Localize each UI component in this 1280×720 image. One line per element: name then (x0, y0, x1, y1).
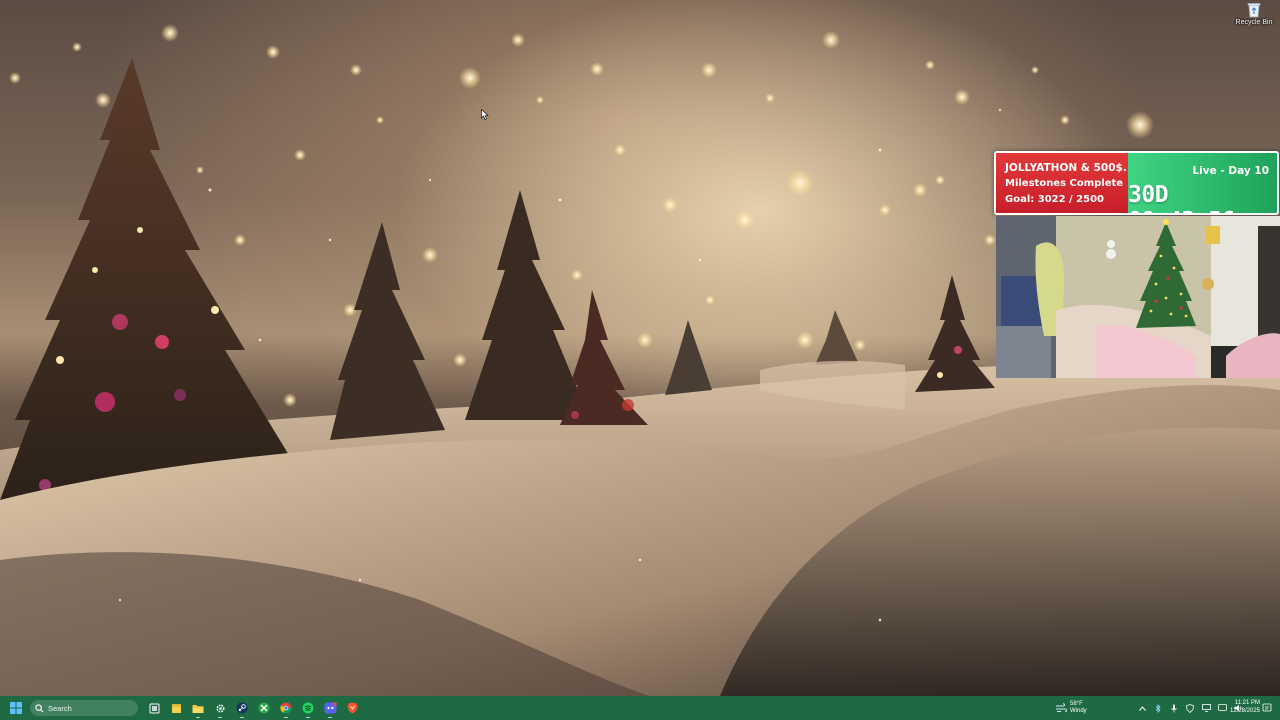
bluetooth-icon (1155, 703, 1161, 713)
start-button[interactable] (3, 696, 29, 720)
chrome-icon (280, 702, 292, 714)
microphone-icon (1171, 704, 1177, 712)
file-explorer-icon (192, 704, 204, 713)
xbox-icon (258, 702, 270, 714)
running-indicator (284, 716, 288, 718)
mouse-cursor-icon (481, 109, 489, 120)
weather-condition: Windy (1070, 708, 1087, 714)
network-icon (1201, 704, 1211, 712)
running-indicator (218, 716, 222, 718)
taskbar: 58°F Windy (0, 696, 1280, 720)
file-explorer-button[interactable] (187, 697, 209, 719)
recycle-bin-shortcut[interactable]: Recycle Bin (1234, 2, 1274, 32)
spotify-button[interactable] (297, 697, 319, 719)
taskbar-clock[interactable]: 11:21 PM 12/28/2025 (1226, 699, 1260, 715)
subathon-timer: 30D 08:43:56 (1128, 182, 1235, 213)
windy-weather-icon (1056, 703, 1067, 713)
network-tray-button[interactable] (1198, 696, 1214, 720)
shield-icon (1186, 703, 1194, 713)
timer-panel: Live - Day 10 30D 08:43:56 (1128, 153, 1277, 213)
settings-icon (215, 703, 225, 713)
task-view-icon (149, 703, 159, 713)
security-tray-button[interactable] (1182, 696, 1198, 720)
sticky-notes-icon (171, 703, 181, 713)
overlay-title: JOLLYATHON & 500$... (1005, 162, 1135, 174)
discord-button[interactable] (319, 697, 341, 719)
brave-button[interactable] (341, 697, 363, 719)
xbox-button[interactable] (253, 697, 275, 719)
task-view-button[interactable] (143, 697, 165, 719)
overlay-goal: Goal: 3022 / 2500 (1005, 194, 1105, 205)
webcam-feed (996, 216, 1280, 378)
notification-center-icon[interactable] (1262, 703, 1272, 713)
running-indicator (306, 716, 310, 718)
show-hidden-icons-button[interactable] (1134, 696, 1150, 720)
pinned-apps (143, 697, 363, 719)
chrome-button[interactable] (275, 697, 297, 719)
search-icon (35, 703, 44, 712)
spotify-icon (302, 702, 314, 714)
running-indicator (328, 716, 332, 718)
clock-date: 12/28/2025 (1229, 708, 1260, 714)
weather-widget[interactable]: 58°F Windy (1055, 696, 1087, 720)
search-input[interactable] (48, 703, 128, 713)
windows-logo-icon (10, 702, 22, 714)
recycle-bin-icon (1247, 3, 1261, 18)
brave-icon (347, 702, 357, 714)
running-indicator (196, 716, 200, 718)
live-status: Live - Day 10 (1192, 165, 1269, 177)
taskbar-search[interactable] (30, 700, 138, 716)
settings-button[interactable] (209, 697, 231, 719)
steam-button[interactable] (231, 697, 253, 719)
microphone-tray-button[interactable] (1166, 696, 1182, 720)
steam-icon (236, 702, 248, 714)
clock-time: 11:21 PM (1234, 700, 1260, 706)
sticky-notes-button[interactable] (165, 697, 187, 719)
running-indicator (240, 716, 244, 718)
bluetooth-tray-button[interactable] (1150, 696, 1166, 720)
webcam-image (996, 216, 1280, 378)
discord-icon (324, 702, 337, 714)
weather-temperature: 58°F (1070, 701, 1083, 707)
goal-panel: JOLLYATHON & 500$... Milestones Complete… (996, 153, 1135, 213)
chevron-up-icon (1138, 705, 1146, 711)
recycle-bin-label: Recycle Bin (1235, 19, 1273, 26)
overlay-subtitle: Milestones Complete (1005, 178, 1124, 189)
stream-goal-overlay: JOLLYATHON & 500$... Milestones Complete… (994, 151, 1279, 215)
